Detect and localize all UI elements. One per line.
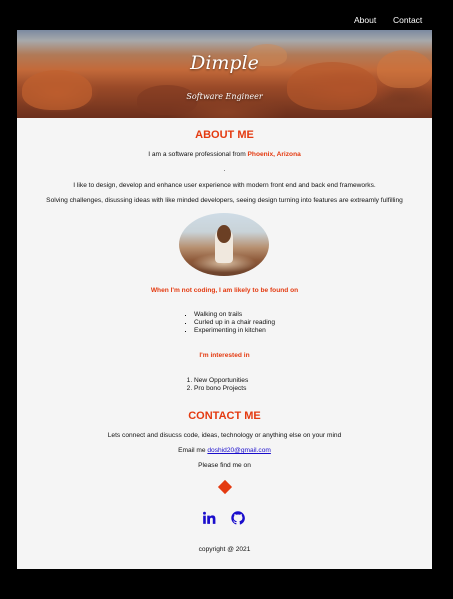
about-heading: ABOUT ME [195,129,254,141]
interests-heading: I'm interested in [199,352,250,359]
hero-subtitle: Software Engineer [186,92,263,101]
github-icon[interactable] [231,511,245,525]
about-intro-text: I am a software professional from [148,151,248,158]
linkedin-icon[interactable] [202,511,216,525]
find-me-text: Please find me on [198,462,251,469]
top-nav: About Contact [17,8,432,30]
list-item: New Opportunities [194,377,248,385]
list-item: Experimenting in kitchen [194,327,275,335]
about-line-challenges: Solving challenges, disussing ideas with… [46,197,403,204]
list-item: Curled up in a chair reading [194,319,275,327]
hobbies-list: Walking on trails Curled up in a chair r… [194,311,275,335]
about-intro: I am a software professional from Phoeni… [17,151,432,158]
email-label: Email me [178,447,208,454]
hero-title: Dimple [190,52,259,74]
about-location: Phoenix, Arizona [247,151,301,158]
nav-about-link[interactable]: About [354,15,376,25]
hero-banner: Dimple Software Engineer [17,30,432,118]
nav-contact-link[interactable]: Contact [393,15,422,25]
profile-photo [179,213,269,276]
list-item: Walking on trails [194,311,275,319]
profile-photo-hair [217,225,231,243]
contact-text: Lets connect and disucss code, ideas, te… [107,432,342,439]
page: About Contact Dimple Software Engineer A… [17,8,432,569]
copyright-text: copyright @ 2021 [198,546,251,553]
interests-list: New Opportunities Pro bono Projects [194,377,248,393]
list-item: Pro bono Projects [194,385,248,393]
about-line-design: I like to design, develop and enhance us… [73,182,376,189]
about-separator: . [223,166,226,173]
diamond-icon [217,479,233,495]
contact-email-line: Email me doshid20@gmail.com [17,447,432,454]
contact-heading: CONTACT ME [188,410,261,422]
hero-rock [22,70,92,110]
email-link[interactable]: doshid20@gmail.com [207,447,271,454]
hobbies-heading: When I'm not coding, I am likely to be f… [150,287,299,294]
